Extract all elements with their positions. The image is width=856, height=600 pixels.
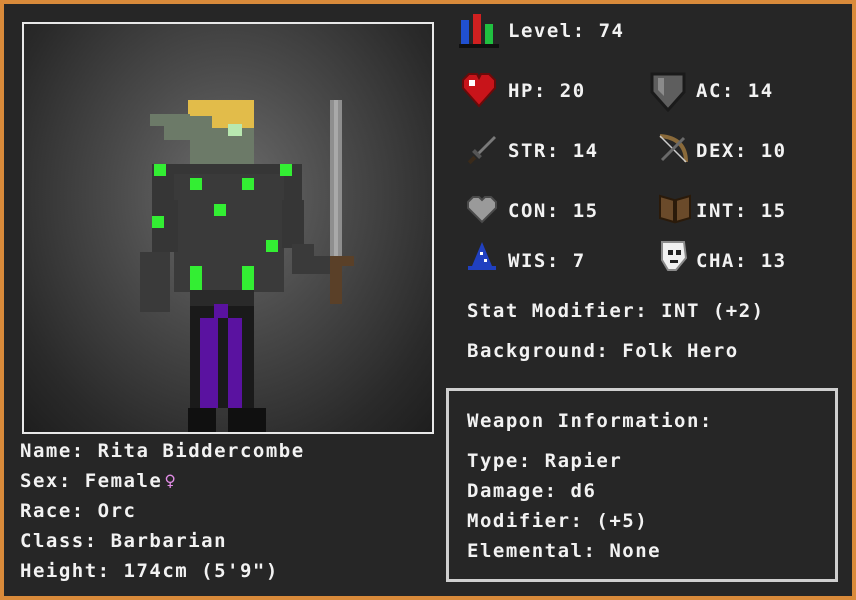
ac-label: AC: (696, 80, 735, 102)
dex-value: 10 (760, 140, 787, 162)
weapon-type-row: Type: Rapier (467, 450, 622, 472)
wis-label: WIS: (508, 250, 560, 272)
hp-row: HP: 20 (508, 80, 586, 102)
hp-label: HP: (508, 80, 547, 102)
sex-value: Female (84, 470, 163, 492)
weapon-damage-label: Damage: (467, 480, 558, 502)
level-bars-icon (459, 14, 499, 48)
weapon-elemental-value: None (609, 540, 662, 562)
level-label: Level: (508, 20, 586, 42)
background-value: Folk Hero (622, 340, 739, 362)
ac-value: 14 (747, 80, 774, 102)
height-value: 174cm (5'9") (123, 560, 279, 582)
orc-barbarian-sprite (140, 100, 354, 432)
wis-value: 7 (572, 250, 586, 272)
cha-label: CHA: (696, 250, 748, 272)
stat-modifier-row: Stat Modifier: INT (+2) (467, 300, 765, 322)
race-label: Race: (20, 500, 85, 522)
weapon-elemental-row: Elemental: None (467, 540, 661, 562)
dex-label: DEX: (696, 140, 748, 162)
con-value: 15 (572, 200, 599, 222)
weapon-modifier-value: (+5) (596, 510, 649, 532)
cha-row: CHA: 13 (696, 250, 787, 272)
weapon-modifier-label: Modifier: (467, 510, 584, 532)
class-row: Class: Barbarian (20, 530, 227, 552)
race-row: Race: Orc (20, 500, 136, 522)
int-value: 15 (760, 200, 787, 222)
background-row: Background: Folk Hero (467, 340, 739, 362)
weapon-type-label: Type: (467, 450, 532, 472)
con-label: CON: (508, 200, 560, 222)
str-label: STR: (508, 140, 560, 162)
weapon-damage-row: Damage: d6 (467, 480, 596, 502)
str-row: STR: 14 (508, 140, 599, 162)
female-symbol-icon: ♀ (164, 470, 178, 492)
name-row: Name: Rita Biddercombe (20, 440, 305, 462)
stat-modifier-label: Stat Modifier: (467, 300, 649, 322)
name-value: Rita Biddercombe (97, 440, 305, 462)
height-label: Height: (20, 560, 111, 582)
mask-icon (661, 241, 688, 271)
character-portrait (22, 22, 434, 434)
hp-value: 20 (559, 80, 586, 102)
wis-row: WIS: 7 (508, 250, 586, 272)
level-row: Level: 74 (508, 20, 624, 42)
name-label: Name: (20, 440, 85, 462)
level-value: 74 (598, 20, 625, 42)
character-card: Name: Rita Biddercombe Sex: Female ♀ Race… (4, 4, 852, 596)
stat-modifier-value: INT (+2) (661, 300, 765, 322)
weapon-modifier-row: Modifier: (+5) (467, 510, 648, 532)
dex-row: DEX: 10 (696, 140, 787, 162)
class-value: Barbarian (110, 530, 228, 552)
con-heart-icon (467, 196, 497, 224)
race-value: Orc (97, 500, 137, 522)
background-label: Background: (467, 340, 610, 362)
int-row: INT: 15 (696, 200, 787, 222)
bow-icon (659, 134, 688, 163)
heart-icon (462, 73, 496, 108)
weapon-type-value: Rapier (544, 450, 623, 472)
sword-icon (467, 136, 496, 165)
weapon-elemental-label: Elemental: (467, 540, 597, 562)
height-row: Height: 174cm (5'9") (20, 560, 279, 582)
class-label: Class: (20, 530, 98, 552)
str-value: 14 (572, 140, 599, 162)
shield-icon (650, 72, 686, 112)
ac-row: AC: 14 (696, 80, 774, 102)
book-icon (659, 194, 691, 224)
weapon-damage-value: d6 (570, 480, 597, 502)
weapon-info-title: Weapon Information: (467, 410, 713, 432)
cha-value: 13 (760, 250, 787, 272)
con-row: CON: 15 (508, 200, 599, 222)
sex-row: Sex: Female ♀ (20, 470, 177, 492)
wizard-hat-icon (468, 242, 496, 270)
sex-label: Sex: (20, 470, 72, 492)
int-label: INT: (696, 200, 748, 222)
